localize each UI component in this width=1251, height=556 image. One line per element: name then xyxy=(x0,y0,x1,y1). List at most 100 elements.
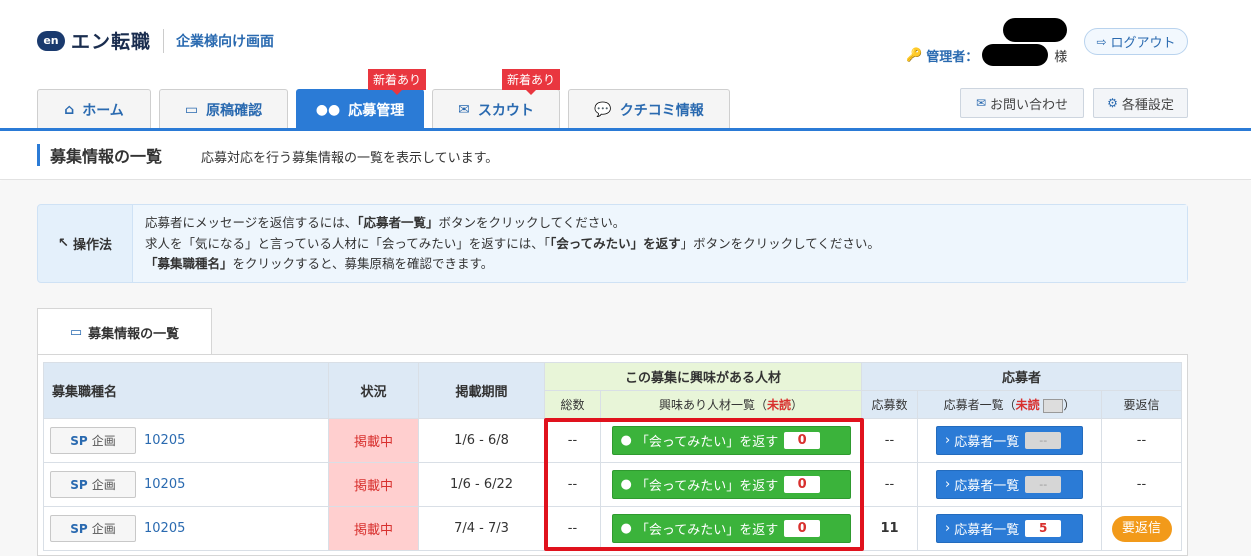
table-row: SP 企画 10205 掲載中 1/6 - 6/22 -- ● 「会ってみたい」を返す 0 -- ›… xyxy=(43,462,1182,507)
chat-icon: 💬 xyxy=(594,101,612,118)
header-text: ） xyxy=(1063,398,1076,412)
top-header: en エン転職 企業様向け画面 🔑 管理者： 様 ⇨ ログアウト xyxy=(0,0,1251,86)
tab-label: クチコミ情報 xyxy=(619,102,704,119)
title-accent xyxy=(37,144,40,166)
stack-icon: ▭ xyxy=(184,101,199,118)
send-meet-button[interactable]: ● 「会ってみたい」を返す 0 xyxy=(611,426,851,455)
tab-manuscript[interactable]: ▭ 原稿確認 xyxy=(159,89,288,129)
howto-text: 応募者にメッセージを返信するには、「応募者一覧」ボタンをクリックしてください。 … xyxy=(133,205,1187,282)
logo[interactable]: en エン転職 企業様向け画面 xyxy=(37,27,274,54)
mail-icon: ✉ xyxy=(458,101,470,118)
howto-text: 応募者にメッセージを返信するには、 xyxy=(145,215,358,230)
send-meet-button[interactable]: ● 「会ってみたい」を返す 0 xyxy=(611,470,851,499)
logout-button[interactable]: ⇨ ログアウト xyxy=(1084,28,1188,55)
applicant-list-button[interactable]: › 応募者一覧 5 xyxy=(936,514,1083,543)
section-tab[interactable]: ▭ 募集情報の一覧 xyxy=(37,308,212,355)
tab-reviews[interactable]: 💬 クチコミ情報 xyxy=(568,89,730,129)
col-period: 掲載期間 xyxy=(418,362,545,419)
app-count-cell: -- xyxy=(861,462,918,507)
status-cell: 掲載中 xyxy=(328,418,419,463)
send-meet-button[interactable]: ● 「会ってみたい」を返す 0 xyxy=(611,514,851,543)
table-row: SP 企画 10205 掲載中 1/6 - 6/8 -- ● 「会ってみたい」を返す 0 -- › 応… xyxy=(43,418,1182,463)
tab-label: スカウト xyxy=(477,102,534,119)
plan-label: 企画 xyxy=(91,434,116,448)
status-cell: 掲載中 xyxy=(328,506,419,551)
tab-label: 原稿確認 xyxy=(206,102,263,119)
gear-icon: ⚙ xyxy=(1107,96,1118,110)
tab-scout[interactable]: 新着あり ✉ スカウト xyxy=(432,69,561,129)
chevron-right-icon: › xyxy=(945,521,951,536)
job-title-link[interactable]: 10205 xyxy=(144,521,185,536)
tab-home[interactable]: ⌂ ホーム xyxy=(37,89,151,129)
reply-status: -- xyxy=(1136,433,1147,448)
col-total: 総数 xyxy=(544,390,601,419)
howto-emph: 「募集職種名」 xyxy=(145,256,233,271)
reply-cell: 要返信 xyxy=(1101,506,1182,551)
logo-mark: en xyxy=(37,30,65,51)
header-text: ） xyxy=(791,398,804,412)
redacted-block xyxy=(1003,18,1067,42)
admin-info: 🔑 管理者： 様 xyxy=(906,44,1067,66)
header-text: 興味あり人材一覧（ xyxy=(658,398,767,412)
users-icon: ● xyxy=(620,521,632,536)
job-cell: SP 企画 10205 xyxy=(43,506,329,551)
col-interest-list: 興味あり人材一覧（未読） xyxy=(600,390,862,419)
contact-button[interactable]: ✉ お問い合わせ xyxy=(960,88,1084,118)
unread-count: 0 xyxy=(784,520,821,537)
col-needs-reply: 要返信 xyxy=(1101,390,1182,419)
needs-reply-badge[interactable]: 要返信 xyxy=(1111,515,1172,542)
reply-status: -- xyxy=(1136,477,1147,492)
users-icon: ● xyxy=(620,433,632,448)
tab-applications[interactable]: 新着あり ●● 応募管理 xyxy=(296,69,427,129)
applicant-list-label: 応募者一覧 xyxy=(954,479,1020,494)
col-status: 状況 xyxy=(328,362,419,419)
home-icon: ⌂ xyxy=(64,101,75,118)
applicant-list-button[interactable]: › 応募者一覧 -- xyxy=(936,470,1083,499)
app-count: 11 xyxy=(880,521,899,536)
col-interest-group: この募集に興味がある人材 xyxy=(544,362,862,391)
settings-button[interactable]: ⚙ 各種設定 xyxy=(1093,88,1188,118)
sp-plan-button[interactable]: SP 企画 xyxy=(50,427,136,454)
admin-label: 管理者： xyxy=(926,49,979,65)
unread-label: 未読 xyxy=(1015,398,1040,412)
app-list-cell: › 応募者一覧 5 xyxy=(917,506,1102,551)
status-cell: 掲載中 xyxy=(328,462,419,507)
app-list-cell: › 応募者一覧 -- xyxy=(917,418,1102,463)
howto-text: 」ボタンをクリックしてください。 xyxy=(680,235,880,251)
applicant-list-button[interactable]: › 応募者一覧 -- xyxy=(936,426,1083,455)
logo-text: エン転職 xyxy=(71,31,152,53)
job-table: 募集職種名 状況 掲載期間 この募集に興味がある人材 応募者 総数 興味あり人材… xyxy=(43,362,1182,551)
logo-subtitle: 企業様向け画面 xyxy=(176,33,275,50)
meet-label: 「会ってみたい」を返す xyxy=(635,435,779,450)
new-badge: 新着あり xyxy=(368,69,427,95)
total-cell: -- xyxy=(544,506,601,551)
howto-emph: 「会ってみたい」を返す xyxy=(550,235,681,251)
col-applicant-group: 応募者 xyxy=(861,362,1182,391)
applicant-list-label: 応募者一覧 xyxy=(954,523,1020,538)
total-cell: -- xyxy=(544,418,601,463)
job-cell: SP 企画 10205 xyxy=(43,462,329,507)
sp-label: SP xyxy=(70,433,88,448)
page-title: 募集情報の一覧 xyxy=(50,147,163,166)
job-cell: SP 企画 10205 xyxy=(43,418,329,463)
users-icon: ●● xyxy=(315,101,341,118)
plan-label: 企画 xyxy=(91,478,116,492)
redacted-admin-name xyxy=(982,44,1049,66)
sp-plan-button[interactable]: SP 企画 xyxy=(50,515,136,542)
howto-box: ↖ 操作法 応募者にメッセージを返信するには、「応募者一覧」ボタンをクリックして… xyxy=(37,204,1188,283)
period-cell: 1/6 - 6/8 xyxy=(418,418,545,463)
page-header: 募集情報の一覧 応募対応を行う募集情報の一覧を表示しています。 xyxy=(0,131,1251,180)
meet-cell: ● 「会ってみたい」を返す 0 xyxy=(600,506,862,551)
app-count-cell: 11 xyxy=(861,506,918,551)
chevron-right-icon: › xyxy=(945,477,951,492)
users-icon: ● xyxy=(620,477,632,492)
meet-cell: ● 「会ってみたい」を返す 0 xyxy=(600,462,862,507)
job-title-link[interactable]: 10205 xyxy=(144,477,185,492)
reply-cell: -- xyxy=(1101,418,1182,463)
logout-icon: ⇨ xyxy=(1096,34,1107,49)
sp-plan-button[interactable]: SP 企画 xyxy=(50,471,136,498)
total-cell: -- xyxy=(544,462,601,507)
job-title-link[interactable]: 10205 xyxy=(144,433,185,448)
chevron-right-icon: › xyxy=(945,433,951,448)
logout-label: ログアウト xyxy=(1110,36,1176,51)
